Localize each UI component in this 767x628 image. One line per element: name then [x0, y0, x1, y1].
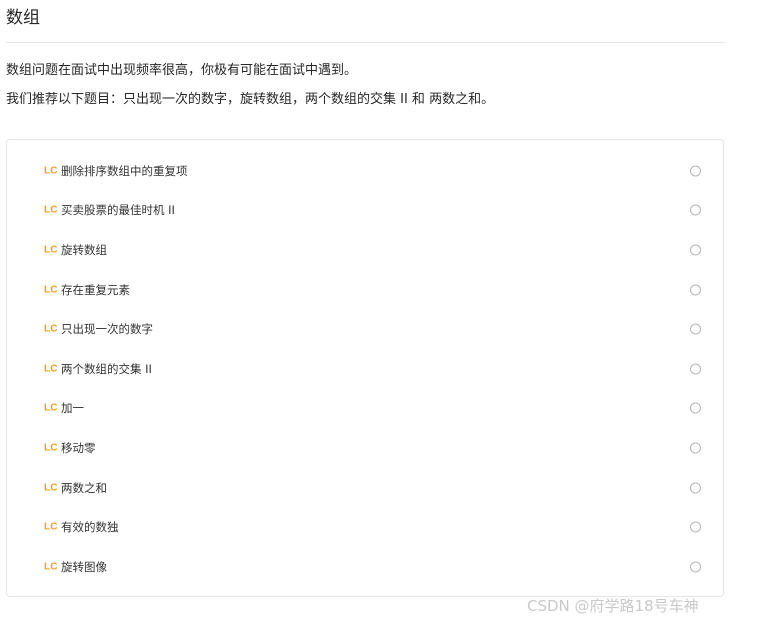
problem-item[interactable]: LC 旋转图像 — [7, 547, 723, 587]
problem-title-link[interactable]: 存在重复元素 — [61, 282, 130, 298]
status-circle-icon — [690, 204, 701, 216]
status-circle-icon — [690, 482, 701, 494]
problem-item[interactable]: LC 旋转数组 — [7, 230, 723, 270]
problem-item[interactable]: LC 加一 — [7, 389, 723, 429]
problem-title-link[interactable]: 删除排序数组中的重复项 — [61, 163, 188, 179]
problem-title-link[interactable]: 买卖股票的最佳时机 II — [61, 202, 175, 218]
status-circle-icon — [690, 442, 701, 454]
divider — [6, 42, 725, 43]
lc-badge: LC — [44, 165, 58, 177]
section-title: 数组 — [6, 8, 40, 28]
lc-badge: LC — [44, 521, 58, 533]
problem-list: LC 删除排序数组中的重复项 LC 买卖股票的最佳时机 II LC 旋转数组 L… — [7, 151, 723, 587]
status-circle-icon — [690, 165, 701, 177]
status-circle-icon — [690, 521, 701, 533]
problem-title-link[interactable]: 移动零 — [61, 440, 96, 456]
problem-item[interactable]: LC 两个数组的交集 II — [7, 349, 723, 389]
lc-badge: LC — [44, 482, 58, 494]
problem-title-link[interactable]: 有效的数独 — [61, 519, 119, 535]
intro-text-line-2: 我们推荐以下题目：只出现一次的数字，旋转数组，两个数组的交集 II 和 两数之和… — [6, 92, 495, 107]
problem-item[interactable]: LC 两数之和 — [7, 468, 723, 508]
problem-item[interactable]: LC 买卖股票的最佳时机 II — [7, 191, 723, 231]
problem-item[interactable]: LC 存在重复元素 — [7, 270, 723, 310]
lc-badge: LC — [44, 363, 58, 375]
lc-badge: LC — [44, 244, 58, 256]
lc-badge: LC — [44, 561, 58, 573]
problem-title-link[interactable]: 加一 — [61, 400, 84, 416]
problem-title-link[interactable]: 旋转数组 — [61, 242, 107, 258]
problem-list-card: LC 删除排序数组中的重复项 LC 买卖股票的最佳时机 II LC 旋转数组 L… — [6, 139, 724, 597]
problem-item[interactable]: LC 删除排序数组中的重复项 — [7, 151, 723, 191]
lc-badge: LC — [44, 323, 58, 335]
intro-text-line-1: 数组问题在面试中出现频率很高，你极有可能在面试中遇到。 — [6, 63, 358, 78]
status-circle-icon — [690, 244, 701, 256]
problem-item[interactable]: LC 有效的数独 — [7, 507, 723, 547]
status-circle-icon — [690, 363, 701, 375]
status-circle-icon — [690, 323, 701, 335]
problem-item[interactable]: LC 移动零 — [7, 428, 723, 468]
problem-title-link[interactable]: 两个数组的交集 II — [61, 361, 152, 377]
problem-item[interactable]: LC 只出现一次的数字 — [7, 309, 723, 349]
lc-badge: LC — [44, 442, 58, 454]
problem-title-link[interactable]: 两数之和 — [61, 480, 107, 496]
watermark: CSDN @府学路18号车神 — [527, 597, 699, 615]
problem-title-link[interactable]: 只出现一次的数字 — [61, 321, 153, 337]
lc-badge: LC — [44, 204, 58, 216]
lc-badge: LC — [44, 402, 58, 414]
status-circle-icon — [690, 402, 701, 414]
status-circle-icon — [690, 561, 701, 573]
lc-badge: LC — [44, 284, 58, 296]
page: 数组 数组问题在面试中出现频率很高，你极有可能在面试中遇到。 我们推荐以下题目：… — [0, 0, 767, 628]
status-circle-icon — [690, 284, 701, 296]
problem-title-link[interactable]: 旋转图像 — [61, 559, 107, 575]
